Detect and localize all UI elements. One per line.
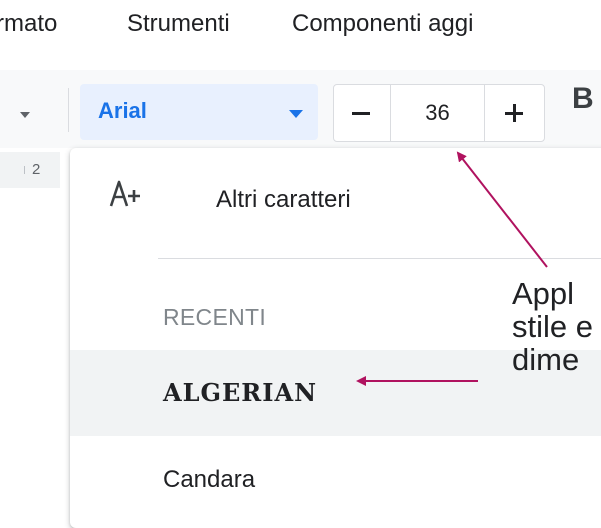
arrow-to-font-size: [456, 151, 548, 268]
annotation-arrows: [356, 151, 548, 386]
